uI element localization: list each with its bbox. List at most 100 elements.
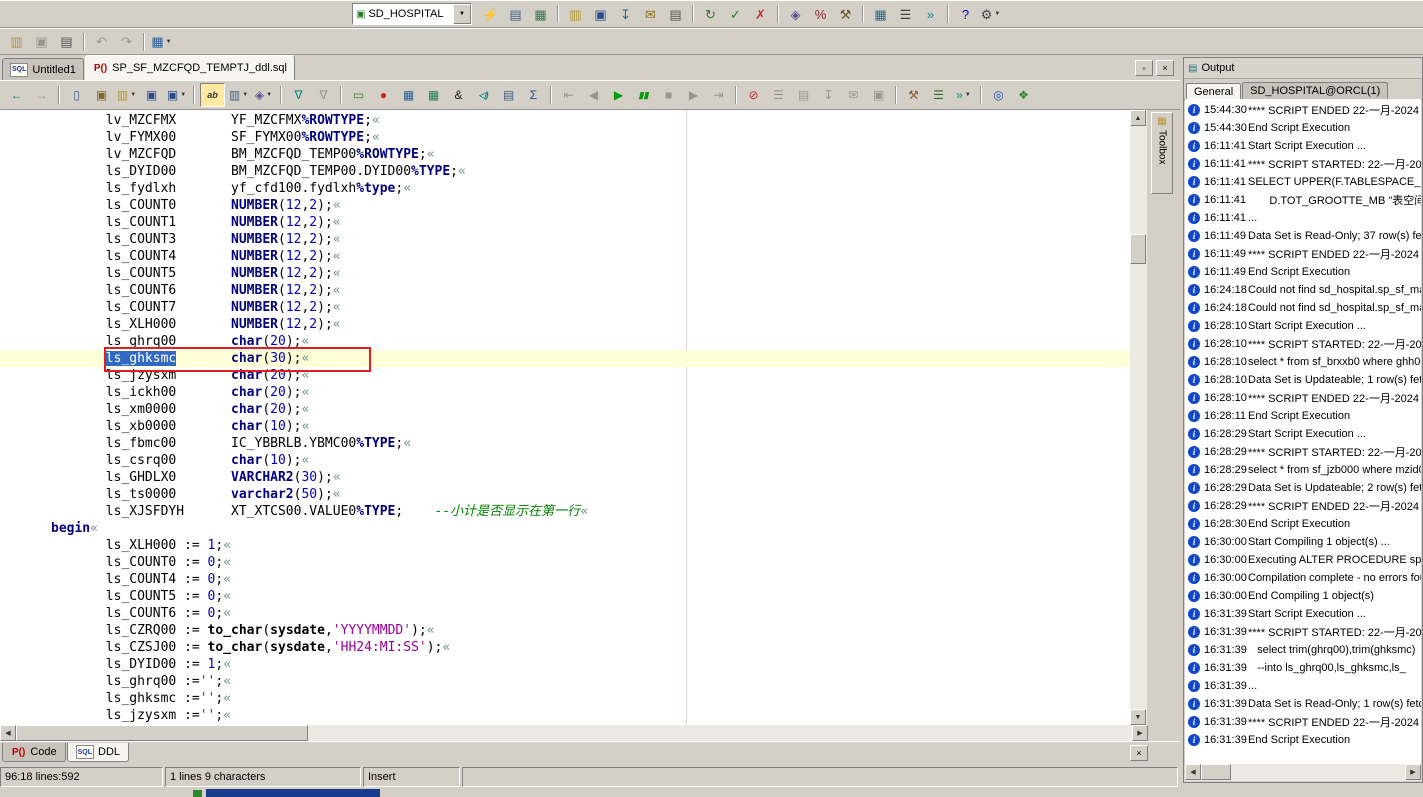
code-line[interactable]: ls_COUNT5 := 0;« <box>0 588 1130 605</box>
open-file-icon[interactable]: ▥ ▼ <box>115 84 138 106</box>
save-icon[interactable]: ▣ <box>30 31 53 53</box>
output-tab-general[interactable]: General <box>1186 83 1242 100</box>
chevrons-icon[interactable]: » ▼ <box>952 84 975 106</box>
stop-icon[interactable]: ■ <box>657 84 680 106</box>
breakpoint-icon[interactable]: ● <box>372 84 395 106</box>
output-entry[interactable]: i 16:30:00 Compilation complete - no error… <box>1185 569 1421 587</box>
indent-icon[interactable]: ☰ <box>767 84 790 106</box>
output-entry[interactable]: i 16:28:10 select * from sf_brxxb0 where g… <box>1185 353 1421 371</box>
code-line[interactable]: ls_ts0000 varchar2(50);« <box>0 486 1130 503</box>
code-line[interactable]: ls_GHDLX0 VARCHAR2(30);« <box>0 469 1130 486</box>
code-line[interactable]: ls_COUNT4 NUMBER(12,2);« <box>0 248 1130 265</box>
refresh-icon[interactable]: ↻ <box>699 3 722 25</box>
code-line[interactable]: ls_XLH000 NUMBER(12,2);« <box>0 316 1130 333</box>
code-line[interactable]: ls_COUNT0 := 0;« <box>0 554 1130 571</box>
scroll-down-icon[interactable]: ▼ <box>1130 709 1146 725</box>
output-entry[interactable]: i 16:24:18 Could not find sd_hospital.sp_s… <box>1185 281 1421 299</box>
code-line[interactable]: ls_COUNT7 NUMBER(12,2);« <box>0 299 1130 316</box>
close-view-icon[interactable]: × <box>1130 745 1148 761</box>
output-entry[interactable]: i 16:31:39 Start Script Execution ... <box>1185 605 1421 623</box>
editor-horizontal-scrollbar[interactable]: ◀ ▶ <box>0 725 1148 741</box>
code-line[interactable]: ls_csrq00 char(10);« <box>0 452 1130 469</box>
code-line[interactable]: ls_CZRQ00 := to_char(sysdate,'YYYYMMDD')… <box>0 622 1130 639</box>
sort-icon[interactable]: ∇ <box>312 84 335 106</box>
output-entry[interactable]: i 15:44:30 **** SCRIPT ENDED 22-一月-2024 <box>1185 101 1421 119</box>
print-doc2-icon[interactable]: ▣ <box>867 84 890 106</box>
code-line[interactable]: lv_FYMX00 SF_FYMX00%ROWTYPE;« <box>0 129 1130 146</box>
list-icon[interactable]: ☰ <box>894 3 917 25</box>
table-icon[interactable]: ▦ <box>529 3 552 25</box>
code-line[interactable]: ls_jzysxm :='';« <box>0 707 1130 724</box>
output-entry[interactable]: i 16:24:18 Could not find sd_hospital.sp_s… <box>1185 299 1421 317</box>
export-icon[interactable]: ↧ <box>614 3 637 25</box>
first-record-icon[interactable]: ⇤ <box>557 84 580 106</box>
code-line[interactable]: lv_MZCFQD BM_MZCFQD_TEMP00%ROWTYPE;« <box>0 146 1130 163</box>
scroll-left-icon[interactable]: ◀ <box>0 725 16 741</box>
scroll-left-icon[interactable]: ◀ <box>1185 764 1201 780</box>
last-record-icon[interactable]: ⇥ <box>707 84 730 106</box>
code-line[interactable]: ls_CZSJ00 := to_char(sysdate,'HH24:MI:SS… <box>0 639 1130 656</box>
code-line[interactable]: ls_DYID00 BM_MZCFQD_TEMP00.DYID00%TYPE;« <box>0 163 1130 180</box>
close-window-icon[interactable]: × <box>1156 60 1174 76</box>
output-scroll-thumb[interactable] <box>1201 764 1231 780</box>
output-entry[interactable]: i 15:44:30 End Script Execution <box>1185 119 1421 137</box>
back-icon[interactable]: ← <box>5 84 28 106</box>
code-line[interactable]: ls_XJSFDYH XT_XTCS00.VALUE0%TYPE; --小计是否… <box>0 503 1130 520</box>
compile-valid-icon[interactable]: ✓ <box>724 3 747 25</box>
mail-icon[interactable]: ✉ <box>639 3 662 25</box>
macro-icon[interactable]: ◈ <box>784 3 807 25</box>
background-window-active-tab[interactable] <box>206 789 380 797</box>
search-icon[interactable]: ◎ <box>987 84 1010 106</box>
document-icon[interactable]: ▣ <box>589 3 612 25</box>
special-chars-icon[interactable]: ab <box>200 83 225 107</box>
redo-icon[interactable]: ↷ <box>115 31 138 53</box>
output-tab-session[interactable]: SD_HOSPITAL@ORCL(1) <box>1242 82 1389 99</box>
output-entry[interactable]: i 16:30:00 End Compiling 1 object(s) <box>1185 587 1421 605</box>
output-entry[interactable]: i 16:31:39 select trim(ghrq00),trim(ghksm… <box>1185 641 1421 659</box>
code-line[interactable]: ls_fbmc00 IC_YBBRLB.YBMC00%TYPE;« <box>0 435 1130 452</box>
output-entry[interactable]: i 16:28:10 **** SCRIPT STARTED: 22-一月-20 <box>1185 335 1421 353</box>
columns-icon[interactable]: ▥ ▼ <box>227 84 250 106</box>
output-entry[interactable]: i 16:11:41 Start Script Execution ... <box>1185 137 1421 155</box>
output-entry[interactable]: i 16:31:39 --into ls_ghrq00,ls_ghksmc,ls_ <box>1185 659 1421 677</box>
filter-icon[interactable]: ∇ <box>287 84 310 106</box>
output-entry[interactable]: i 16:28:29 **** SCRIPT STARTED: 22-一月-20 <box>1185 443 1421 461</box>
open-icon[interactable]: ▥ <box>5 31 28 53</box>
code-line[interactable]: begin« <box>0 520 1130 537</box>
output-entry[interactable]: i 16:28:10 **** SCRIPT ENDED 22-一月-2024 <box>1185 389 1421 407</box>
code-line[interactable]: ls_fydlxh yf_cfd100.fydlxh%type;« <box>0 180 1130 197</box>
output-entry[interactable]: i 16:28:10 Data Set is Updateable; 1 row(s… <box>1185 371 1421 389</box>
code-line[interactable]: ls_DYID00 := 1;« <box>0 656 1130 673</box>
output-entry[interactable]: i 16:11:41 **** SCRIPT STARTED: 22-一月-20 <box>1185 155 1421 173</box>
output-entry[interactable]: i 16:30:00 Executing ALTER PROCEDURE sp <box>1185 551 1421 569</box>
output-entry[interactable]: i 16:28:30 End Script Execution <box>1185 515 1421 533</box>
code-line[interactable]: ls_COUNT6 NUMBER(12,2);« <box>0 282 1130 299</box>
scroll-right-icon[interactable]: ▶ <box>1132 725 1148 741</box>
output-entry[interactable]: i 16:28:29 Start Script Execution ... <box>1185 425 1421 443</box>
horizontal-scroll-thumb[interactable] <box>16 725 308 741</box>
pause-icon[interactable]: ▮▮ <box>632 84 655 106</box>
output-entry[interactable]: i 16:11:49 **** SCRIPT ENDED 22-一月-2024 <box>1185 245 1421 263</box>
tab-sp-sf-mzcfqd-temptj-ddl[interactable]: P() SP_SF_MZCFQD_TEMPTJ_ddl.sql <box>84 55 295 80</box>
code-line[interactable]: ls_COUNT3 NUMBER(12,2);« <box>0 231 1130 248</box>
lightning-icon[interactable]: ⚡ <box>479 3 502 25</box>
code-line[interactable]: ls_ghksmc :='';« <box>0 690 1130 707</box>
output-entry[interactable]: i 16:28:29 **** SCRIPT ENDED 22-一月-2024 <box>1185 497 1421 515</box>
vertical-scroll-thumb[interactable] <box>1130 234 1146 264</box>
next-record-icon[interactable]: ▶ <box>682 84 705 106</box>
tools-icon[interactable]: ⚒ <box>834 3 857 25</box>
save-file-icon[interactable]: ▣ <box>140 84 163 106</box>
code-line[interactable]: lv_MZCFMX YF_MZCFMX%ROWTYPE;« <box>0 112 1130 129</box>
grid-edit-icon[interactable]: ▦ <box>422 84 445 106</box>
grid-icon[interactable]: ▦ <box>397 84 420 106</box>
copy-doc-icon[interactable]: ▤ <box>792 84 815 106</box>
code-line[interactable]: ls_COUNT1 NUMBER(12,2);« <box>0 214 1130 231</box>
scroll-up-icon[interactable]: ▲ <box>1130 110 1146 126</box>
session-selector[interactable]: ▣ SD_HOSPITAL ▼ <box>352 3 472 25</box>
macros-icon[interactable]: ◈ ▼ <box>252 84 275 106</box>
prev-record-icon[interactable]: ◀ <box>582 84 605 106</box>
execute-icon[interactable]: ▶ <box>607 84 630 106</box>
code-editor[interactable]: lv_MZCFMX YF_MZCFMX%ROWTYPE;« lv_FYMX00 … <box>0 110 1130 725</box>
tab-ddl[interactable]: SQL DDL <box>66 743 130 762</box>
output-entry[interactable]: i 16:28:29 Data Set is Updateable; 2 row(s… <box>1185 479 1421 497</box>
